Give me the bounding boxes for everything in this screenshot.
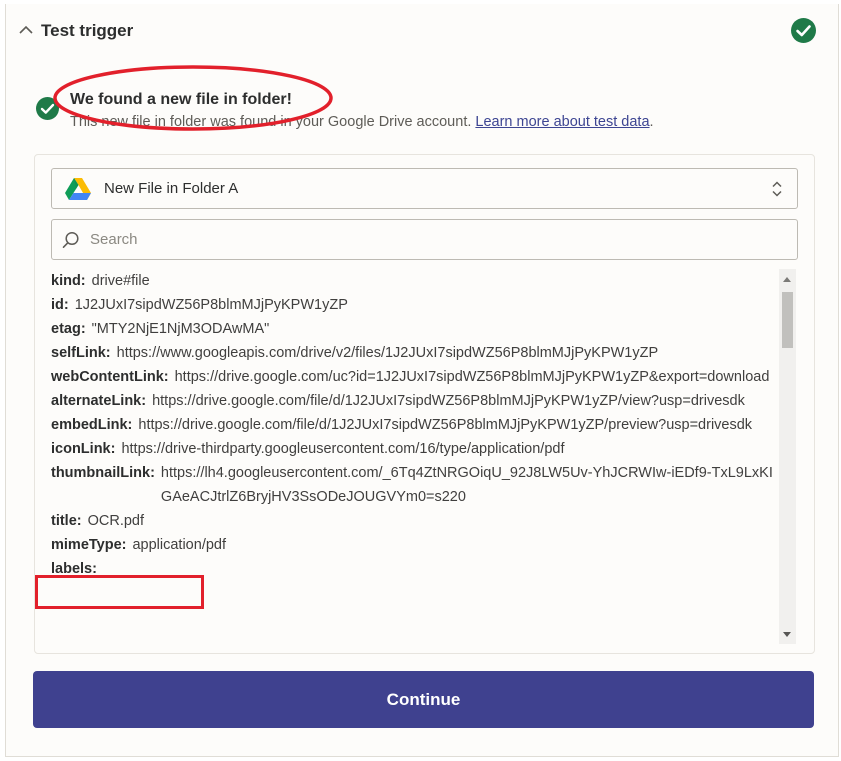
record-field-row: etag: "MTY2NjE1NjM3ODAwMA"	[51, 317, 776, 341]
sort-arrows-icon	[772, 181, 782, 197]
record-field-value: https://drive-thirdparty.googleuserconte…	[121, 441, 565, 457]
record-field-row: webContentLink: https://drive.google.com/…	[51, 365, 776, 389]
result-description: This new file in folder was found in you…	[70, 114, 654, 130]
record-field-key: thumbnailLink:	[51, 465, 155, 481]
record-fields-list: kind: drive#file id: 1J2JUxI7sipdWZ56P8blmM…	[51, 269, 776, 644]
record-field-row: alternateLink: https://drive.google.com/f…	[51, 389, 776, 413]
search-icon	[62, 231, 79, 249]
success-check-icon	[36, 97, 59, 120]
record-field-value: https://drive.google.com/uc?id=1J2JUxI7s…	[174, 369, 770, 385]
continue-button[interactable]: Continue	[33, 671, 814, 728]
record-selector-value: New File in Folder A	[104, 180, 239, 197]
record-field-value: OCR.pdf	[87, 513, 145, 529]
record-field-row: title: OCR.pdf	[51, 509, 776, 533]
google-drive-icon	[65, 178, 91, 200]
result-title: We found a new file in folder!	[70, 91, 292, 108]
scroll-down-arrow-icon[interactable]	[783, 632, 791, 637]
search-box	[51, 219, 798, 260]
record-field-row: kind: drive#file	[51, 269, 776, 293]
record-field-value: https://drive.google.com/file/d/1J2JUxI7…	[152, 393, 745, 409]
test-trigger-panel: Test trigger We found a new file in fold…	[5, 4, 839, 757]
records-scrollbar[interactable]	[779, 269, 796, 644]
record-field-key: mimeType:	[51, 537, 127, 553]
record-field-key: labels:	[51, 561, 97, 577]
record-field-row: embedLink: https://drive.google.com/file/…	[51, 413, 776, 437]
search-input[interactable]	[88, 220, 782, 259]
record-field-value: drive#file	[91, 273, 150, 289]
test-data-card: New File in Folder A kind: drive#file id: 1…	[34, 154, 815, 654]
record-field-row: mimeType: application/pdf	[51, 533, 776, 557]
chevron-up-icon[interactable]	[18, 22, 34, 38]
record-field-key: iconLink:	[51, 441, 116, 457]
learn-more-link[interactable]: Learn more about test data	[475, 114, 649, 130]
record-field-value: https://www.googleapis.com/drive/v2/file…	[116, 345, 659, 361]
record-field-value: https://drive.google.com/file/d/1J2JUxI7…	[138, 417, 753, 433]
panel-header[interactable]: Test trigger	[6, 4, 838, 56]
record-selector[interactable]: New File in Folder A	[51, 168, 798, 209]
record-field-row: iconLink: https://drive-thirdparty.google…	[51, 437, 776, 461]
record-field-value: https://lh4.googleusercontent.com/_6Tq4Z…	[160, 465, 773, 505]
record-field-row: thumbnailLink: https://lh4.googleusercont…	[51, 461, 776, 509]
record-field-row: labels:	[51, 557, 776, 581]
scroll-up-arrow-icon[interactable]	[783, 277, 791, 282]
record-field-key: embedLink:	[51, 417, 133, 433]
record-field-value: "MTY2NjE1NjM3ODAwMA"	[91, 321, 270, 337]
scrollbar-thumb[interactable]	[782, 292, 793, 348]
record-field-key: id:	[51, 297, 69, 313]
result-description-text: This new file in folder was found in you…	[70, 114, 472, 130]
record-field-key: alternateLink:	[51, 393, 147, 409]
panel-title: Test trigger	[41, 21, 134, 40]
record-field-row: selfLink: https://www.googleapis.com/driv…	[51, 341, 776, 365]
record-field-value: 1J2JUxI7sipdWZ56P8blmMJjPyKPW1yZP	[74, 297, 348, 313]
check-circle-icon	[791, 18, 816, 43]
record-field-row: id: 1J2JUxI7sipdWZ56P8blmMJjPyKPW1yZP	[51, 293, 776, 317]
record-field-value: application/pdf	[132, 537, 226, 553]
result-description-suffix: .	[649, 114, 654, 130]
record-field-key: title:	[51, 513, 82, 529]
record-field-key: kind:	[51, 273, 86, 289]
record-field-key: selfLink:	[51, 345, 111, 361]
record-field-key: etag:	[51, 321, 86, 337]
record-field-key: webContentLink:	[51, 369, 169, 385]
